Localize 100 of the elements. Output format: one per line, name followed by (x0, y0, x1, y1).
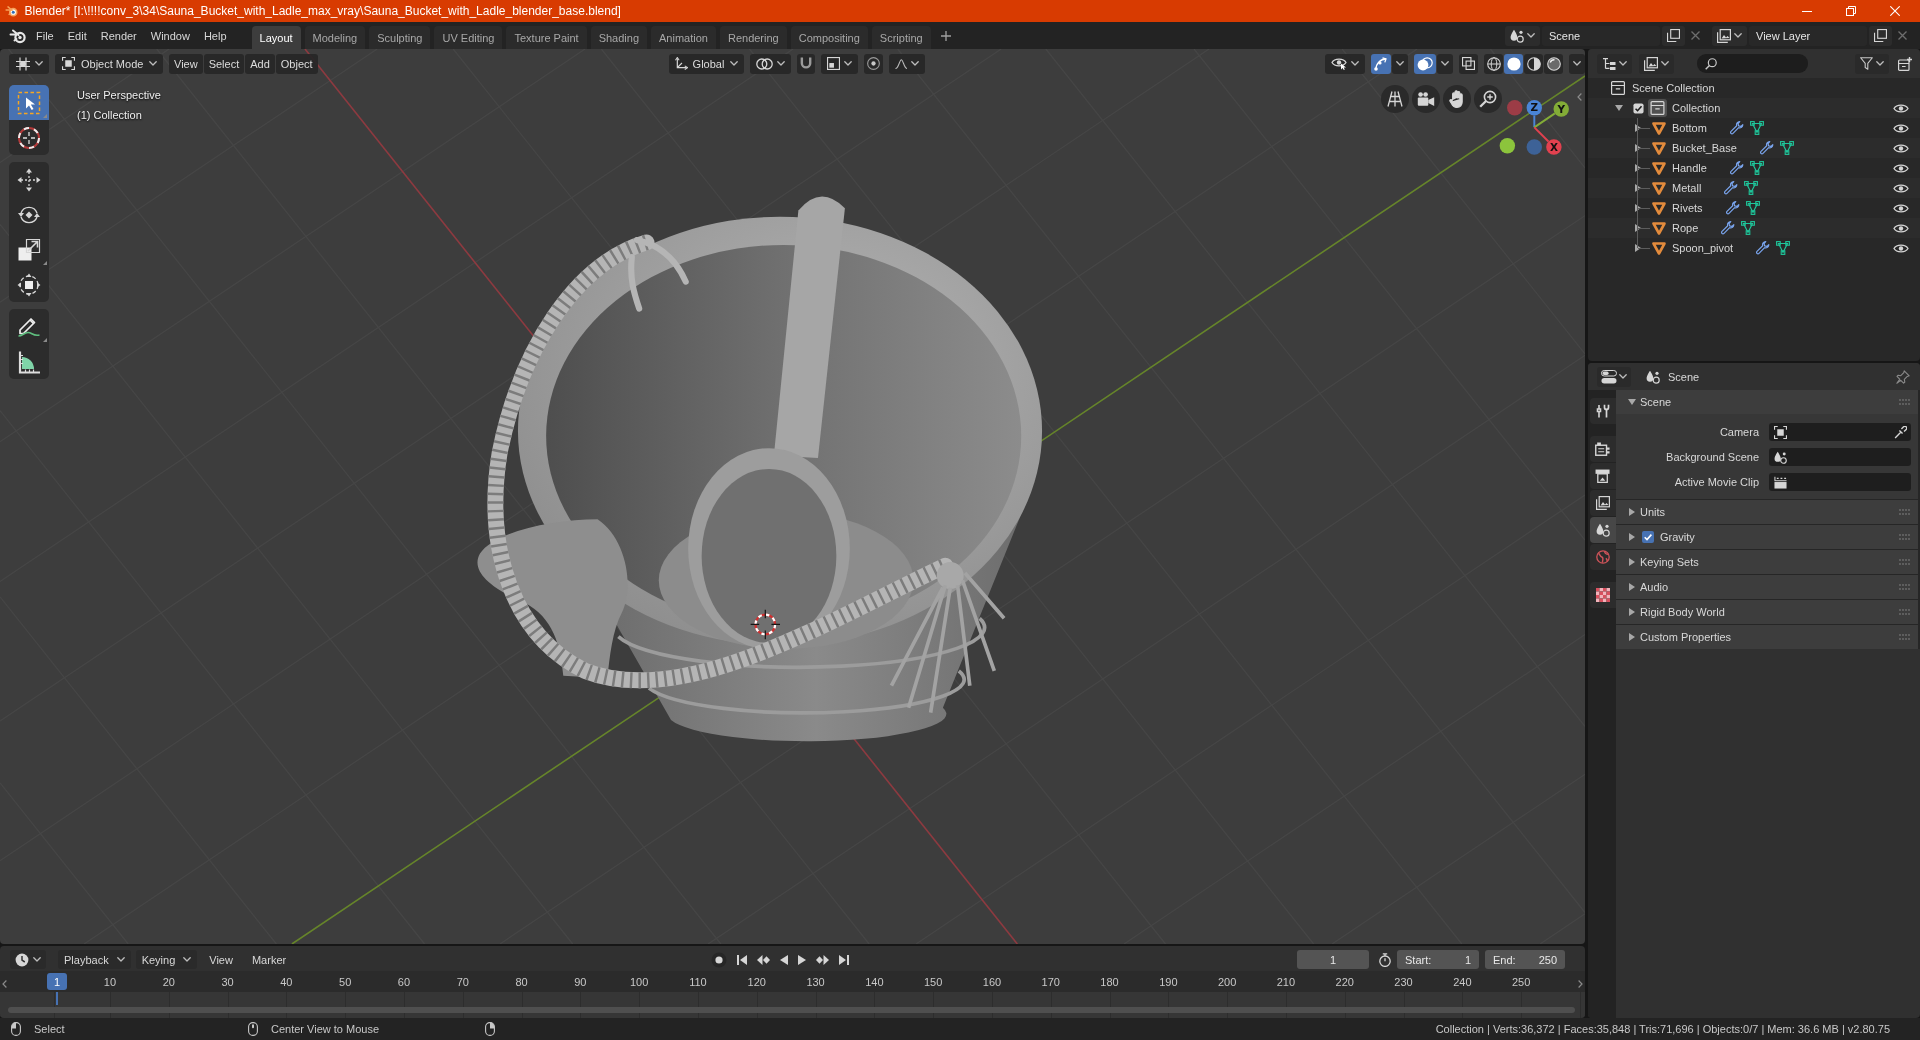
record-icon[interactable] (711, 951, 727, 968)
shading-button[interactable] (1524, 53, 1543, 74)
negative-z-axis-handle[interactable] (1526, 139, 1542, 155)
orientation-dropdown[interactable]: Global (668, 53, 744, 74)
close-icon[interactable] (1890, 6, 1900, 16)
snap-target-dropdown[interactable] (820, 53, 858, 74)
workspace-tab[interactable]: Compositing (790, 26, 868, 49)
x-axis-handle[interactable]: X (1533, 126, 1562, 155)
editor-type-button[interactable] (1597, 53, 1632, 74)
overlay-toggle[interactable] (1414, 53, 1436, 74)
wrench-icon[interactable] (1756, 241, 1771, 255)
properties-tab[interactable] (1590, 398, 1616, 424)
dropdown-menu[interactable]: Keying (135, 950, 198, 969)
gizmo-menu-button[interactable] (1392, 53, 1408, 74)
disclosure-triangle-icon[interactable] (1635, 244, 1641, 252)
editor-type-button[interactable] (9, 53, 49, 74)
negative-y-axis-handle[interactable] (1499, 138, 1516, 154)
play-icon[interactable] (798, 954, 806, 965)
pin-icon[interactable] (1896, 369, 1910, 384)
disclosure-triangle-icon[interactable] (1635, 184, 1641, 192)
menu-item[interactable]: File (29, 26, 61, 45)
menu-item[interactable]: Marker (244, 950, 294, 969)
new-collection-icon[interactable] (1898, 56, 1912, 71)
view-layer-selector-button[interactable] (1712, 25, 1747, 46)
menu-item[interactable]: Window (143, 26, 197, 45)
panel-header[interactable]: Gravity (1616, 525, 1918, 549)
eye-icon[interactable] (1893, 102, 1909, 114)
zoom-in-icon[interactable] (1474, 85, 1502, 113)
panel-header[interactable]: Rigid Body World (1616, 600, 1918, 624)
menu-item[interactable]: Edit (60, 26, 94, 45)
mesh-data-icon[interactable] (1779, 141, 1794, 155)
wrench-icon[interactable] (1759, 141, 1774, 155)
minimize-icon[interactable] (1802, 10, 1812, 12)
current-frame-marker[interactable]: 1 (47, 973, 67, 990)
eye-icon[interactable] (1893, 122, 1909, 134)
mesh-data-icon[interactable] (1749, 121, 1764, 135)
collapse-right-icon[interactable] (1578, 980, 1583, 988)
current-frame-field[interactable]: 1 (1297, 950, 1369, 969)
eye-icon[interactable] (1893, 242, 1909, 254)
app-logo-icon[interactable] (9, 27, 27, 44)
shading-button[interactable] (1504, 53, 1523, 74)
scene-selector-button[interactable] (1505, 25, 1540, 46)
menu-item[interactable]: Render (93, 26, 144, 45)
outliner-item[interactable]: Collection (1588, 98, 1920, 118)
properties-tab[interactable] (1590, 436, 1616, 462)
proportional-edit-toggle[interactable] (863, 53, 883, 74)
end-frame-field[interactable]: End: 250 (1485, 950, 1565, 969)
tool-button[interactable] (9, 120, 49, 155)
xray-toggle[interactable] (1459, 53, 1478, 74)
panel-header[interactable]: Custom Properties (1616, 625, 1918, 649)
collapse-left-icon[interactable] (2, 980, 7, 988)
drag-handle-icon[interactable] (1899, 559, 1910, 565)
editor-type-button[interactable] (1597, 366, 1631, 387)
hand-icon[interactable] (1443, 85, 1471, 113)
filter-button[interactable] (1855, 53, 1889, 74)
properties-tab[interactable] (1590, 582, 1616, 608)
selectability-dropdown[interactable] (1325, 53, 1365, 74)
timeline-scrollbar[interactable] (8, 1007, 1575, 1013)
next-keyframe-icon[interactable] (816, 954, 829, 965)
wrench-icon[interactable] (1724, 181, 1739, 195)
scene-field[interactable] (1769, 448, 1911, 466)
wrench-icon[interactable] (1721, 221, 1736, 235)
restore-icon[interactable] (1846, 6, 1856, 16)
tool-button[interactable] (9, 309, 49, 344)
wrench-icon[interactable] (1725, 201, 1740, 215)
workspace-tab[interactable]: Animation (651, 26, 716, 49)
outliner-item[interactable]: Spoon_pivot (1588, 238, 1920, 258)
outliner-item[interactable]: Bottom (1588, 118, 1920, 138)
play-reverse-icon[interactable] (780, 954, 788, 965)
menu-item[interactable]: Object (275, 53, 318, 74)
dropdown-menu[interactable]: Playback (58, 950, 131, 969)
menu-item[interactable]: Select (203, 53, 245, 74)
mesh-data-icon[interactable] (1749, 161, 1764, 175)
wrench-icon[interactable] (1729, 121, 1744, 135)
workspace-tab[interactable]: Modeling (304, 26, 366, 49)
eyedropper-icon[interactable] (1894, 425, 1907, 439)
drag-handle-icon[interactable] (1899, 509, 1910, 515)
jump-to-end-icon[interactable] (839, 954, 849, 965)
disclosure-triangle-icon[interactable] (1635, 164, 1641, 172)
add-icon[interactable] (940, 30, 951, 41)
menu-item[interactable]: View (169, 53, 203, 74)
panel-header[interactable]: Scene (1616, 390, 1918, 414)
workspace-tab[interactable]: Rendering (719, 26, 787, 49)
workspace-tab[interactable]: Sculpting (369, 26, 431, 49)
panel-header[interactable]: Audio (1616, 575, 1918, 599)
snap-toggle[interactable] (796, 53, 815, 74)
disclosure-triangle-icon[interactable] (1635, 144, 1641, 152)
jump-to-start-icon[interactable] (737, 954, 747, 965)
falloff-dropdown[interactable] (888, 53, 926, 74)
outliner-item[interactable]: Rivets (1588, 198, 1920, 218)
panel-header[interactable]: Keying Sets (1616, 550, 1918, 574)
workspace-tab[interactable]: Shading (590, 26, 648, 49)
workspace-tab[interactable]: Scripting (871, 26, 931, 49)
disclosure-triangle-icon[interactable] (1635, 224, 1641, 232)
panel-header[interactable]: Units (1616, 500, 1918, 524)
menu-item[interactable]: View (202, 950, 240, 969)
mesh-data-icon[interactable] (1745, 201, 1760, 215)
properties-tab[interactable] (1590, 463, 1616, 489)
shading-button[interactable] (1544, 53, 1563, 74)
stopwatch-icon[interactable] (1378, 952, 1392, 967)
